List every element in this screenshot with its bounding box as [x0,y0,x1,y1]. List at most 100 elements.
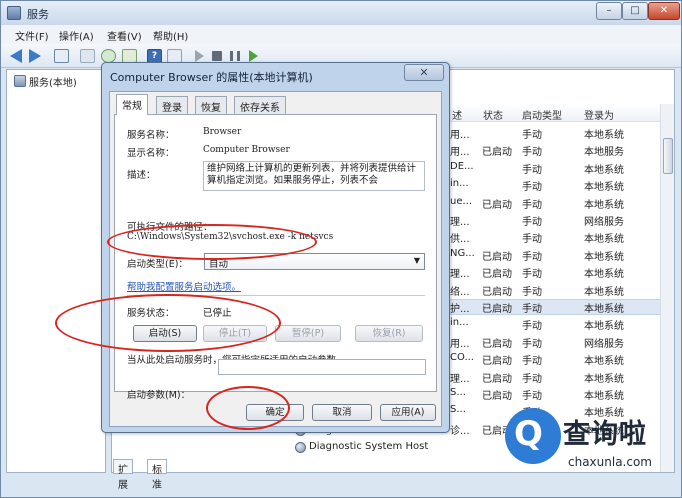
row-description[interactable]: 用... [450,143,470,158]
menu-action[interactable]: 操作(A) [59,28,94,43]
action-pane-icon[interactable] [167,49,182,63]
help-icon[interactable]: ? [147,49,162,63]
row-logon-as[interactable]: 本地系统 [584,265,624,280]
column-status[interactable]: 状态 [483,107,503,122]
row-description[interactable]: CO... [450,352,474,363]
row-logon-as[interactable]: 本地系统 [584,370,624,385]
service-name-diagnostic-system-host[interactable]: Diagnostic System Host [309,441,428,452]
column-logon-as[interactable]: 登录为 [584,107,614,122]
export-list-icon[interactable] [122,49,137,63]
row-description[interactable]: 络... [450,283,470,298]
row-status[interactable]: 已启动 [482,300,512,315]
row-startup-type[interactable]: 手动 [522,317,542,332]
back-arrow-icon[interactable] [10,49,22,63]
row-startup-type[interactable]: 手动 [522,161,542,176]
row-description[interactable]: 用... [450,335,470,350]
menu-file[interactable]: 文件(F) [15,28,49,43]
row-logon-as[interactable]: 本地系统 [584,387,624,402]
tree-item-services-local[interactable]: 服务(本地) [29,74,77,89]
row-description[interactable]: S... [450,404,466,415]
start-service-icon[interactable] [195,50,204,62]
row-description[interactable]: NG... [450,248,475,259]
apply-button[interactable]: 应用(A) [380,404,436,421]
row-description[interactable]: 理... [450,265,470,280]
cancel-button[interactable]: 取消 [312,404,372,421]
row-description[interactable]: 诊... [450,422,470,437]
row-logon-as[interactable]: 本地服务 [584,143,624,158]
row-status[interactable]: 已启动 [482,143,512,158]
row-logon-as[interactable]: 本地系统 [584,161,624,176]
row-startup-type[interactable]: 手动 [522,178,542,193]
row-logon-as[interactable]: 本地系统 [584,352,624,367]
row-startup-type[interactable]: 手动 [522,143,542,158]
minimize-button[interactable]: – [596,2,622,20]
row-logon-as[interactable]: 本地系统 [584,178,624,193]
row-logon-as[interactable]: 本地系统 [584,230,624,245]
dialog-close-button[interactable]: ✕ [404,64,444,81]
refresh-icon[interactable] [101,49,116,63]
row-startup-type[interactable]: 手动 [522,335,542,350]
row-startup-type[interactable]: 手动 [522,196,542,211]
vertical-scrollbar[interactable] [660,104,674,472]
tab-extended[interactable]: 扩展 [113,459,133,491]
column-startup-type[interactable]: 启动类型 [522,107,562,122]
row-description[interactable]: ue... [450,196,472,207]
scrollbar-thumb[interactable] [663,138,673,174]
close-button[interactable]: ✕ [648,2,680,20]
row-logon-as[interactable]: 本地系统 [584,283,624,298]
row-description[interactable]: DE... [450,161,474,172]
row-startup-type[interactable]: 手动 [522,352,542,367]
row-logon-as[interactable]: 网络服务 [584,213,624,228]
row-description[interactable]: 护... [450,300,470,315]
row-description[interactable]: in... [450,178,469,189]
row-status[interactable]: 已启动 [482,196,512,211]
row-logon-as[interactable]: 本地系统 [584,196,624,211]
row-status[interactable]: 已启动 [482,248,512,263]
row-logon-as[interactable]: 本地系统 [584,126,624,141]
row-description[interactable]: 供... [450,230,470,245]
column-description[interactable]: 述 [452,107,462,122]
description-box[interactable]: 维护网络上计算机的更新列表，并将列表提供给计算机指定浏览。如果服务停止，列表不会 [203,161,425,191]
row-startup-type[interactable]: 手动 [522,283,542,298]
row-startup-type[interactable]: 手动 [522,300,542,315]
row-startup-type[interactable]: 手动 [522,265,542,280]
tab-general[interactable]: 常规 [116,94,148,115]
tab-logon[interactable]: 登录 [156,96,188,114]
row-startup-type[interactable]: 手动 [522,230,542,245]
row-startup-type[interactable]: 手动 [522,213,542,228]
row-logon-as[interactable]: 网络服务 [584,335,624,350]
tab-recovery[interactable]: 恢复 [195,96,227,114]
pause-button[interactable]: 暂停(P) [275,325,341,342]
row-description[interactable]: S... [450,387,466,398]
row-logon-as[interactable]: 本地系统 [584,300,624,315]
row-description[interactable]: 理... [450,213,470,228]
row-status[interactable]: 已启动 [482,352,512,367]
tab-dependencies[interactable]: 依存关系 [234,96,286,114]
row-description[interactable]: 理... [450,370,470,385]
start-parameters-input[interactable] [218,359,426,375]
row-status[interactable]: 已启动 [482,335,512,350]
startup-help-link[interactable]: 帮助我配置服务启动选项。 [127,279,241,293]
pause-service-icon[interactable] [230,51,240,61]
menu-view[interactable]: 查看(V) [107,28,142,43]
maximize-button[interactable]: □ [622,2,648,20]
tab-standard[interactable]: 标准 [147,459,167,491]
console-tree-icon[interactable] [54,49,69,63]
stop-service-icon[interactable] [212,51,222,61]
row-startup-type[interactable]: 手动 [522,370,542,385]
row-logon-as[interactable]: 本地系统 [584,317,624,332]
row-description[interactable]: in... [450,317,469,328]
forward-arrow-icon[interactable] [29,49,41,63]
row-status[interactable]: 已启动 [482,370,512,385]
menu-help[interactable]: 帮助(H) [153,28,188,43]
properties-icon[interactable] [80,49,95,63]
row-logon-as[interactable]: 本地系统 [584,248,624,263]
row-status[interactable]: 已启动 [482,387,512,402]
resume-button[interactable]: 恢复(R) [355,325,423,342]
row-startup-type[interactable]: 手动 [522,126,542,141]
row-description[interactable]: 用... [450,126,470,141]
row-status[interactable]: 已启动 [482,265,512,280]
row-status[interactable]: 已启动 [482,283,512,298]
row-startup-type[interactable]: 手动 [522,387,542,402]
restart-service-icon[interactable] [249,50,258,62]
